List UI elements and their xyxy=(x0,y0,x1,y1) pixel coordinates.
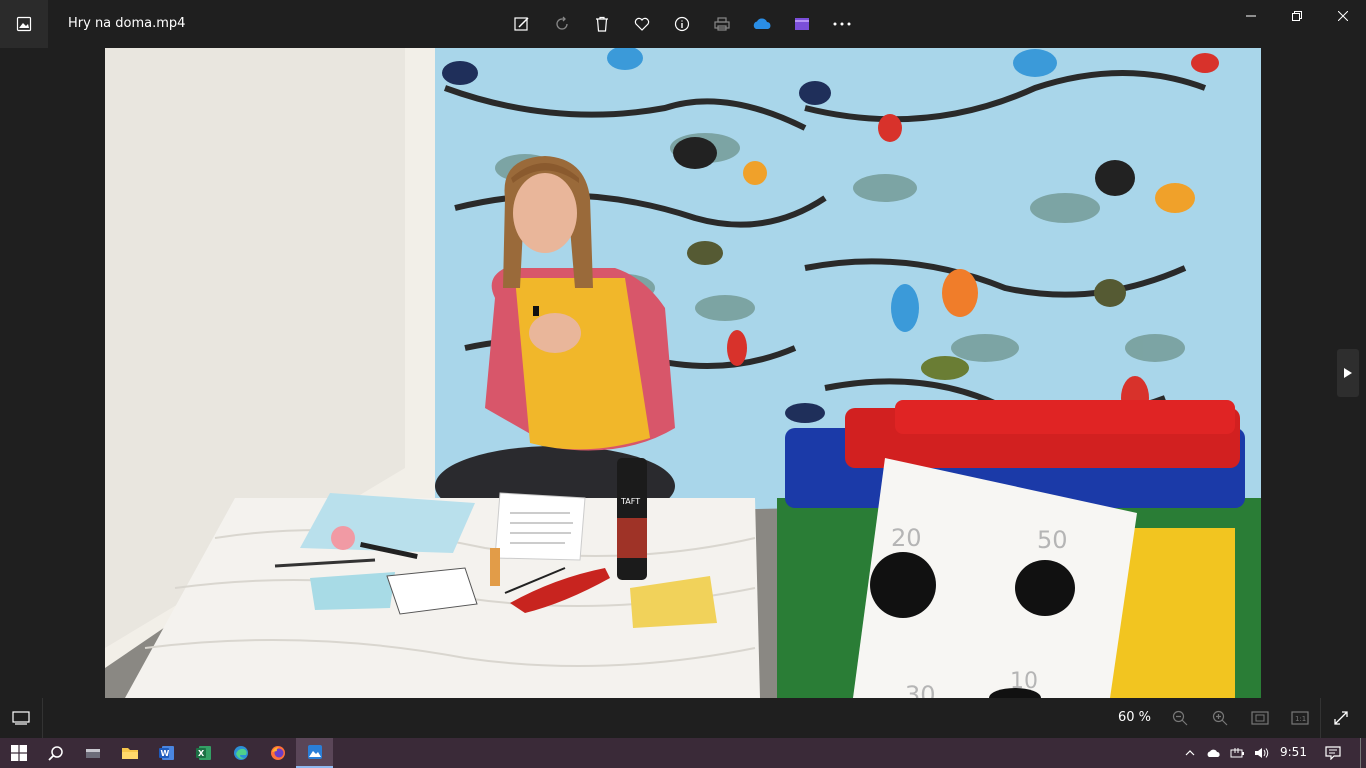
actual-size-icon[interactable]: 1:1 xyxy=(1280,698,1320,738)
svg-text:X: X xyxy=(198,749,205,758)
taskbar-clock[interactable]: 9:51 xyxy=(1280,745,1307,759)
blue-envelope xyxy=(310,572,395,610)
window-title: Hry na doma.mp4 xyxy=(68,16,186,31)
minimize-icon[interactable] xyxy=(1228,0,1274,32)
edge-icon[interactable] xyxy=(222,738,259,768)
blue-paper xyxy=(300,493,475,553)
photos-icon[interactable] xyxy=(296,738,333,768)
media-viewer: TAFT 20 50 30 10 xyxy=(0,48,1366,698)
taskbar: W X 9:51 xyxy=(0,738,1366,768)
svg-text:20: 20 xyxy=(891,524,922,552)
window-controls xyxy=(1228,0,1366,32)
delete-icon[interactable] xyxy=(582,4,622,44)
start-icon[interactable] xyxy=(0,738,37,768)
filmstrip-icon[interactable] xyxy=(0,698,43,738)
video-editor-icon[interactable] xyxy=(782,4,822,44)
firefox-icon[interactable] xyxy=(259,738,296,768)
video-scene: TAFT 20 50 30 10 xyxy=(105,48,1261,698)
paper-flower xyxy=(331,526,355,550)
document-paper xyxy=(494,492,586,561)
onedrive-tray-icon[interactable] xyxy=(1203,738,1225,768)
svg-text:30: 30 xyxy=(905,681,936,698)
svg-text:W: W xyxy=(160,749,169,758)
svg-text:50: 50 xyxy=(1037,526,1068,554)
hairspray-can: TAFT xyxy=(617,458,647,580)
photos-app-icon[interactable] xyxy=(0,0,48,48)
zoom-level: 60 % xyxy=(1118,710,1152,725)
search-icon[interactable] xyxy=(37,738,74,768)
zoom-in-icon[interactable] xyxy=(1200,698,1240,738)
svg-text:10: 10 xyxy=(1010,669,1038,694)
more-icon[interactable] xyxy=(822,4,862,44)
svg-text:TAFT: TAFT xyxy=(620,497,640,506)
file-explorer-icon[interactable] xyxy=(111,738,148,768)
battery-power-icon[interactable] xyxy=(1227,738,1249,768)
next-item-button[interactable] xyxy=(1337,349,1359,397)
notifications-icon[interactable] xyxy=(1318,738,1348,768)
toolbar xyxy=(502,4,862,44)
zoom-out-icon[interactable] xyxy=(1160,698,1200,738)
favorite-icon[interactable] xyxy=(622,4,662,44)
svg-text:1:1: 1:1 xyxy=(1295,715,1306,723)
rotate-icon[interactable] xyxy=(542,4,582,44)
tray-chevron-icon[interactable] xyxy=(1180,738,1200,768)
play-right-icon xyxy=(1344,368,1352,378)
restore-icon[interactable] xyxy=(1274,0,1320,32)
fit-to-window-icon[interactable] xyxy=(1240,698,1280,738)
show-desktop-button[interactable] xyxy=(1360,738,1366,768)
excel-icon[interactable]: X xyxy=(185,738,222,768)
volume-icon[interactable] xyxy=(1251,738,1273,768)
video-app-icon[interactable] xyxy=(74,738,111,768)
edit-image-icon[interactable] xyxy=(502,4,542,44)
onedrive-icon[interactable] xyxy=(742,4,782,44)
print-icon[interactable] xyxy=(702,4,742,44)
glue-stick xyxy=(490,548,500,586)
info-icon[interactable] xyxy=(662,4,702,44)
video-frame[interactable]: TAFT 20 50 30 10 xyxy=(105,48,1261,698)
fullscreen-icon[interactable] xyxy=(1320,698,1361,738)
word-icon[interactable]: W xyxy=(148,738,185,768)
close-icon[interactable] xyxy=(1320,0,1366,32)
bottom-bar: 60 % 1:1 xyxy=(0,698,1366,738)
title-bar: Hry na doma.mp4 xyxy=(0,0,1366,48)
